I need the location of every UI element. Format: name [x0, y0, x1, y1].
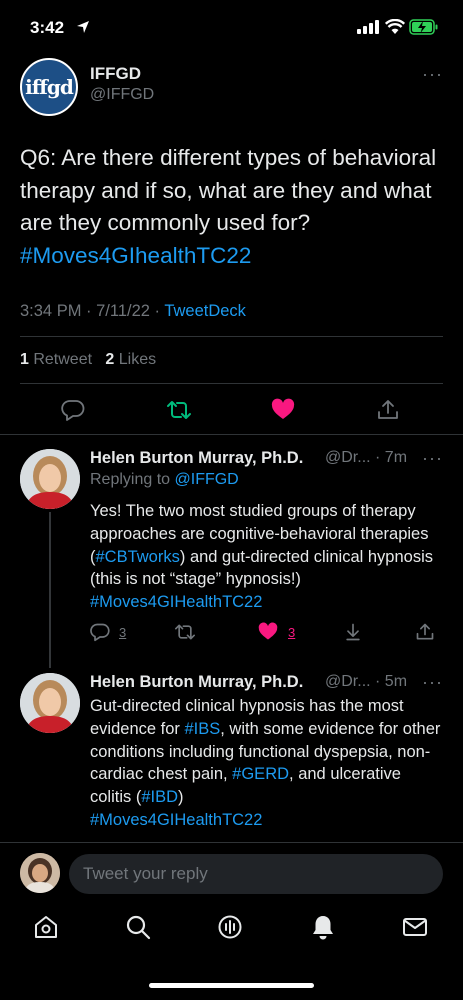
- hashtag-link[interactable]: #CBTworks: [96, 548, 180, 566]
- cellular-signal-icon: [357, 20, 379, 34]
- profile-photo: [20, 673, 80, 733]
- retweet-stat[interactable]: 1 Retweet: [20, 351, 92, 368]
- reply-input[interactable]: Tweet your reply: [69, 854, 443, 894]
- tweet-stats: 1 Retweet 2 Likes: [20, 351, 156, 369]
- reply-icon[interactable]: [61, 398, 85, 422]
- tweet-source-link[interactable]: TweetDeck: [164, 302, 246, 320]
- like-count[interactable]: 3: [288, 625, 295, 640]
- likes-stat[interactable]: 2 Likes: [105, 351, 156, 368]
- hashtag-link[interactable]: #IBD: [141, 788, 178, 806]
- divider: [0, 434, 463, 435]
- like-heart-icon[interactable]: [271, 398, 295, 422]
- bookmark-download-icon[interactable]: [343, 622, 363, 642]
- location-arrow-icon: [77, 21, 89, 33]
- divider: [20, 383, 443, 384]
- hashtag-link[interactable]: #Moves4GIHealthTC22: [90, 811, 262, 829]
- hashtag-link[interactable]: #IBS: [184, 720, 220, 738]
- wifi-icon: [385, 19, 405, 34]
- reply-actions: 3 3: [0, 622, 463, 644]
- thread-line: [49, 512, 51, 668]
- profile-photo: [20, 449, 80, 509]
- search-icon[interactable]: [125, 914, 151, 940]
- avatar[interactable]: [20, 449, 80, 509]
- like-heart-icon[interactable]: [258, 622, 278, 642]
- reply-icon[interactable]: [90, 622, 110, 642]
- my-profile-photo: [20, 853, 60, 893]
- tweet-actions: [0, 398, 463, 422]
- more-options-icon[interactable]: ···: [422, 64, 443, 85]
- hashtag-link[interactable]: #GERD: [232, 765, 289, 783]
- divider: [20, 336, 443, 337]
- home-indicator[interactable]: [149, 983, 314, 988]
- tweet-timestamp: 3:34 PM · 7/11/22 ·: [20, 302, 165, 320]
- tweet-meta: 3:34 PM · 7/11/22 · TweetDeck: [20, 302, 246, 321]
- home-icon[interactable]: [33, 914, 59, 940]
- reply-compose-bar: Tweet your reply: [0, 842, 463, 902]
- avatar-logo-text: iffgd: [25, 75, 74, 99]
- tweet-author-handle[interactable]: @IFFGD: [90, 86, 154, 104]
- more-options-icon[interactable]: ···: [422, 448, 443, 469]
- reply-text: Gut-directed clinical hypnosis has the m…: [90, 697, 441, 829]
- hashtag-link[interactable]: #Moves4GIHealthTC22: [90, 593, 262, 611]
- status-time: 3:42: [30, 18, 65, 37]
- hashtag-link[interactable]: #Moves4GIhealthTC22: [20, 243, 251, 268]
- replying-to-link[interactable]: @IFFGD: [175, 471, 239, 488]
- messages-icon[interactable]: [402, 914, 428, 940]
- share-icon[interactable]: [415, 622, 435, 642]
- replying-to: Replying to @IFFGD: [90, 471, 239, 488]
- retweet-icon[interactable]: [174, 622, 196, 642]
- spaces-icon[interactable]: [217, 914, 243, 940]
- reply-author-name[interactable]: Helen Burton Murray, Ph.D.: [90, 673, 303, 692]
- more-options-icon[interactable]: ···: [422, 672, 443, 693]
- tweet-author-name[interactable]: IFFGD: [90, 64, 141, 84]
- reply-author-handle[interactable]: @Dr... · 5m: [325, 673, 407, 691]
- notifications-icon[interactable]: [310, 914, 336, 940]
- tweet-text-body: Q6: Are there different types of behavio…: [20, 145, 437, 235]
- reply-author-name[interactable]: Helen Burton Murray, Ph.D.: [90, 449, 303, 468]
- reply-count[interactable]: 3: [119, 625, 126, 640]
- avatar[interactable]: [20, 673, 80, 733]
- iffgd-avatar[interactable]: iffgd: [20, 58, 78, 116]
- status-bar: 3:42: [0, 0, 463, 52]
- reply-author-handle[interactable]: @Dr... · 7m: [325, 449, 407, 467]
- retweet-icon[interactable]: [166, 398, 192, 422]
- my-avatar[interactable]: [20, 853, 60, 893]
- battery-charging-icon: [409, 19, 438, 35]
- reply-text: Yes! The two most studied groups of ther…: [90, 502, 433, 612]
- share-icon[interactable]: [376, 398, 400, 422]
- tweet-text: Q6: Are there different types of behavio…: [20, 142, 445, 272]
